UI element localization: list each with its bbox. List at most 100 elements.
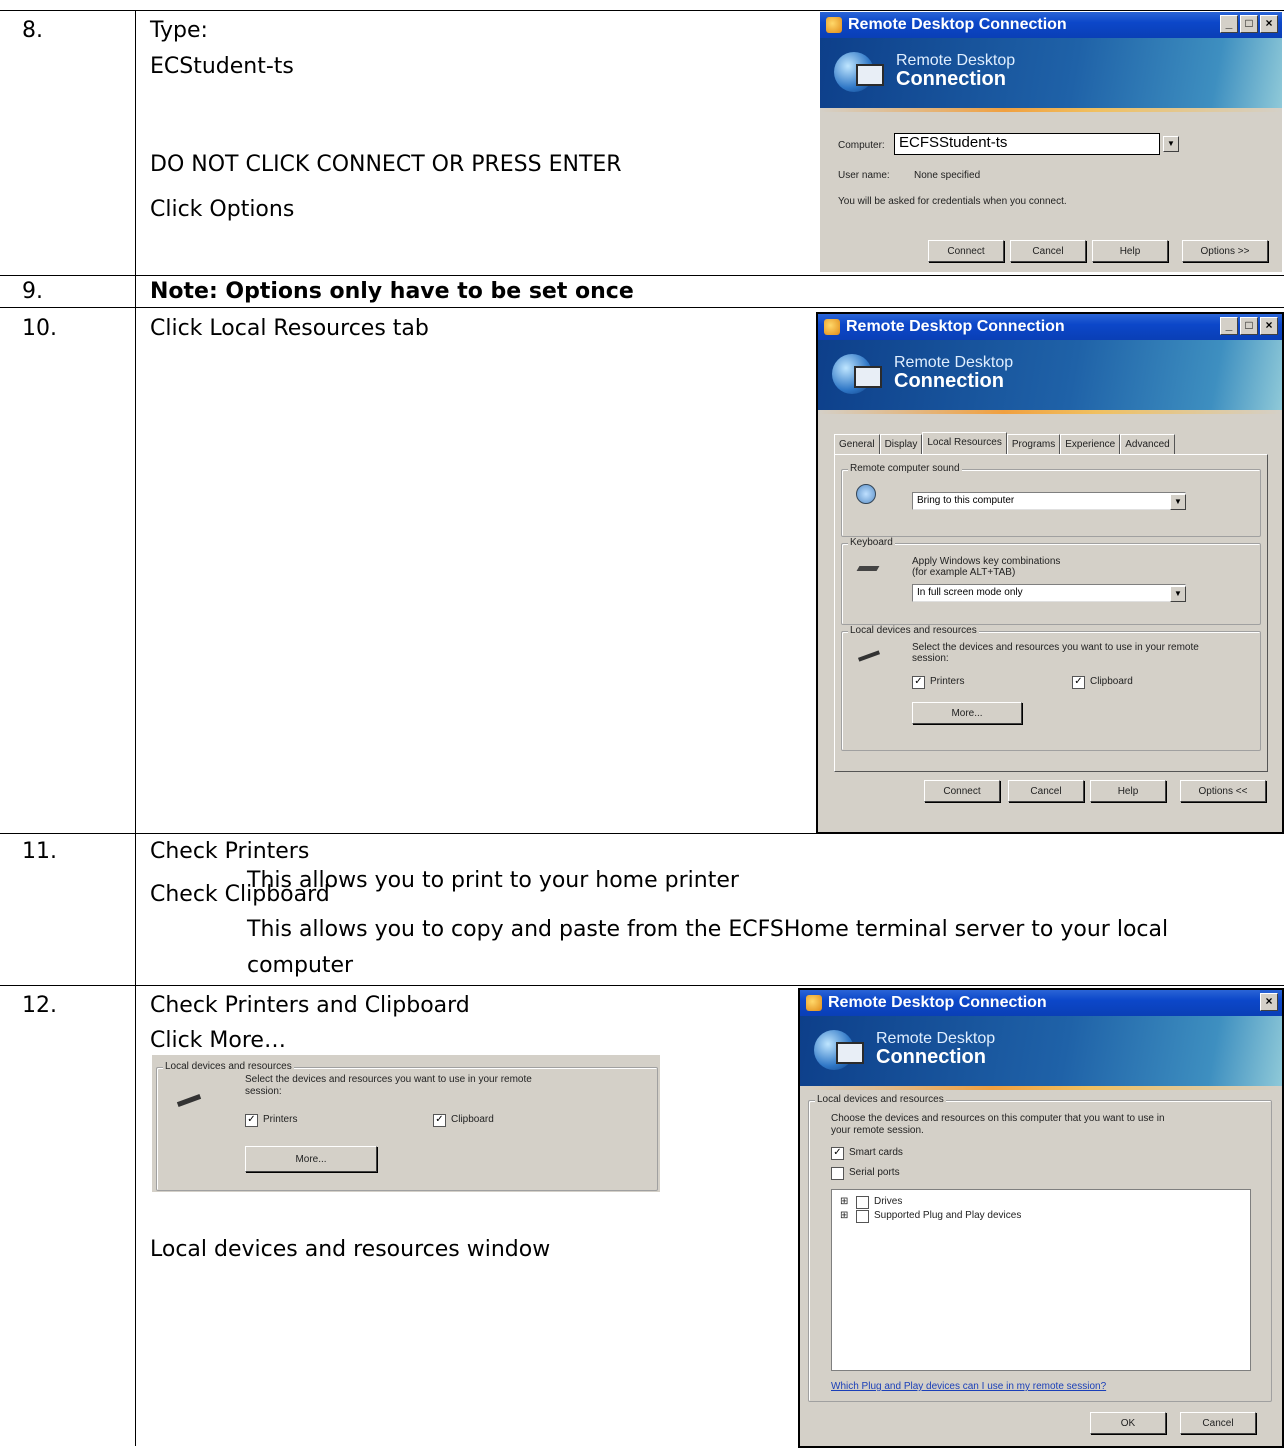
printers-checkbox[interactable]: ✓ bbox=[245, 1114, 258, 1127]
step-text: This allows you to copy and paste from t… bbox=[247, 917, 1169, 942]
tab-display[interactable]: Display bbox=[879, 434, 923, 455]
credentials-note: You will be asked for credentials when y… bbox=[838, 196, 1067, 207]
step-text: Click Options bbox=[150, 197, 295, 222]
smart-cards-checkbox[interactable]: ✓ bbox=[831, 1147, 844, 1160]
clipboard-checkbox[interactable]: ✓ bbox=[1072, 676, 1085, 689]
close-icon[interactable]: × bbox=[1260, 15, 1278, 33]
cancel-button[interactable]: Cancel bbox=[1010, 240, 1086, 262]
expand-icon[interactable]: ⊞ bbox=[840, 1196, 848, 1207]
tab-panel: Remote computer sound Bring to this comp… bbox=[834, 454, 1268, 772]
tab-advanced[interactable]: Advanced bbox=[1120, 434, 1175, 455]
tab-experience[interactable]: Experience bbox=[1060, 434, 1121, 455]
chevron-down-icon[interactable]: ▼ bbox=[1170, 494, 1186, 510]
tab-local-resources[interactable]: Local Resources bbox=[922, 432, 1007, 455]
step-number: 12. bbox=[22, 993, 57, 1018]
dialog-titlebar: Remote Desktop Connection _ □ × bbox=[820, 12, 1282, 38]
clipboard-checkbox[interactable]: ✓ bbox=[433, 1114, 446, 1127]
expand-icon[interactable]: ⊞ bbox=[840, 1210, 848, 1221]
dialog-title: Remote Desktop Connection bbox=[828, 994, 1047, 1011]
banner-stripe bbox=[820, 108, 1282, 112]
rdc-app-icon bbox=[824, 319, 840, 335]
options-button[interactable]: Options >> bbox=[1182, 240, 1268, 262]
device-tree: ⊞ Drives ⊞ Supported Plug and Play devic… bbox=[831, 1189, 1251, 1371]
step-text: DO NOT CLICK CONNECT OR PRESS ENTER bbox=[150, 152, 622, 177]
clipboard-label: Clipboard bbox=[1090, 676, 1133, 687]
row-border bbox=[0, 985, 1284, 986]
devices-text: Select the devices and resources you wan… bbox=[912, 642, 1199, 653]
keyboard-select[interactable]: In full screen mode only bbox=[912, 584, 1186, 602]
step-text: Click More… bbox=[150, 1028, 286, 1053]
rdc-app-icon bbox=[826, 17, 842, 33]
devices-group-label: Local devices and resources bbox=[163, 1061, 294, 1072]
devices-text: session: bbox=[245, 1086, 282, 1097]
row-border bbox=[0, 10, 1284, 11]
chevron-down-icon[interactable]: ▼ bbox=[1163, 136, 1179, 152]
options-button[interactable]: Options << bbox=[1180, 780, 1266, 802]
devices-text: your remote session. bbox=[831, 1125, 924, 1136]
step-number: 11. bbox=[22, 839, 57, 864]
devices-text: Select the devices and resources you wan… bbox=[245, 1074, 532, 1085]
drives-checkbox[interactable] bbox=[856, 1196, 869, 1209]
monitor-icon bbox=[854, 366, 882, 388]
connect-button[interactable]: Connect bbox=[928, 240, 1004, 262]
monitor-icon bbox=[856, 64, 884, 86]
maximize-icon[interactable]: □ bbox=[1240, 317, 1258, 335]
tree-item-pnp: Supported Plug and Play devices bbox=[874, 1210, 1022, 1221]
pnp-help-link[interactable]: Which Plug and Play devices can I use in… bbox=[831, 1381, 1106, 1392]
serial-ports-label: Serial ports bbox=[849, 1167, 900, 1178]
cancel-button[interactable]: Cancel bbox=[1008, 780, 1084, 802]
devices-group-label: Local devices and resources bbox=[848, 625, 979, 636]
step-text: Check Printers bbox=[150, 839, 310, 864]
local-devices-group: Local devices and resources Select the d… bbox=[841, 625, 1261, 751]
pnp-checkbox[interactable] bbox=[856, 1210, 869, 1223]
devices-group-label: Local devices and resources bbox=[815, 1094, 946, 1105]
cancel-button[interactable]: Cancel bbox=[1180, 1412, 1256, 1434]
step-text: computer bbox=[247, 953, 354, 978]
serial-ports-checkbox[interactable] bbox=[831, 1167, 844, 1180]
step-text: Type: bbox=[150, 18, 208, 43]
local-devices-group: Local devices and resources Select the d… bbox=[156, 1061, 658, 1191]
chevron-down-icon[interactable]: ▼ bbox=[1170, 586, 1186, 602]
tab-general[interactable]: General bbox=[834, 434, 880, 455]
tab-programs[interactable]: Programs bbox=[1006, 434, 1061, 455]
keyboard-group: Keyboard Apply Windows key combinations … bbox=[841, 537, 1261, 625]
plug-icon bbox=[176, 1094, 202, 1107]
dialog-title: Remote Desktop Connection bbox=[846, 318, 1065, 335]
monitor-icon bbox=[836, 1042, 864, 1064]
help-button[interactable]: Help bbox=[1092, 240, 1168, 262]
row-border bbox=[0, 307, 1284, 308]
rdc-dialog-connect: Remote Desktop Connection _ □ × Remote D… bbox=[820, 12, 1282, 272]
column-border bbox=[135, 10, 136, 1446]
connect-button[interactable]: Connect bbox=[924, 780, 1000, 802]
help-button[interactable]: Help bbox=[1090, 780, 1166, 802]
close-icon[interactable]: × bbox=[1260, 317, 1278, 335]
step-text: Local devices and resources window bbox=[150, 1237, 551, 1262]
local-devices-group: Local devices and resources Choose the d… bbox=[808, 1094, 1272, 1402]
step-number: 10. bbox=[22, 316, 57, 341]
more-button[interactable]: More... bbox=[245, 1146, 377, 1172]
computer-input[interactable]: ECFSStudent-ts bbox=[894, 133, 1160, 155]
username-label: User name: bbox=[838, 170, 890, 181]
step-number: 9. bbox=[22, 279, 43, 304]
tree-item-drives: Drives bbox=[874, 1196, 903, 1207]
keyboard-group-label: Keyboard bbox=[848, 537, 895, 548]
rdc-dialog-local-resources: Remote Desktop Connection _ □ × Remote D… bbox=[816, 312, 1284, 834]
printers-checkbox[interactable]: ✓ bbox=[912, 676, 925, 689]
sound-select[interactable]: Bring to this computer bbox=[912, 492, 1186, 510]
rdc-dialog-devices: Remote Desktop Connection × Remote Deskt… bbox=[798, 988, 1284, 1448]
dialog-titlebar: Remote Desktop Connection _ □ × bbox=[818, 314, 1282, 340]
ok-button[interactable]: OK bbox=[1090, 1412, 1166, 1434]
more-button[interactable]: More... bbox=[912, 702, 1022, 724]
smart-cards-label: Smart cards bbox=[849, 1147, 903, 1158]
maximize-icon[interactable]: □ bbox=[1240, 15, 1258, 33]
minimize-icon[interactable]: _ bbox=[1220, 15, 1238, 33]
banner-line2: Connection bbox=[876, 1046, 986, 1068]
dialog-titlebar: Remote Desktop Connection × bbox=[800, 990, 1282, 1016]
dialog-banner: Remote Desktop Connection bbox=[820, 38, 1282, 108]
sound-group: Remote computer sound Bring to this comp… bbox=[841, 463, 1261, 537]
devices-text: session: bbox=[912, 653, 949, 664]
dialog-title: Remote Desktop Connection bbox=[848, 16, 1067, 33]
clipboard-label: Clipboard bbox=[451, 1114, 494, 1125]
close-icon[interactable]: × bbox=[1260, 993, 1278, 1011]
minimize-icon[interactable]: _ bbox=[1220, 317, 1238, 335]
